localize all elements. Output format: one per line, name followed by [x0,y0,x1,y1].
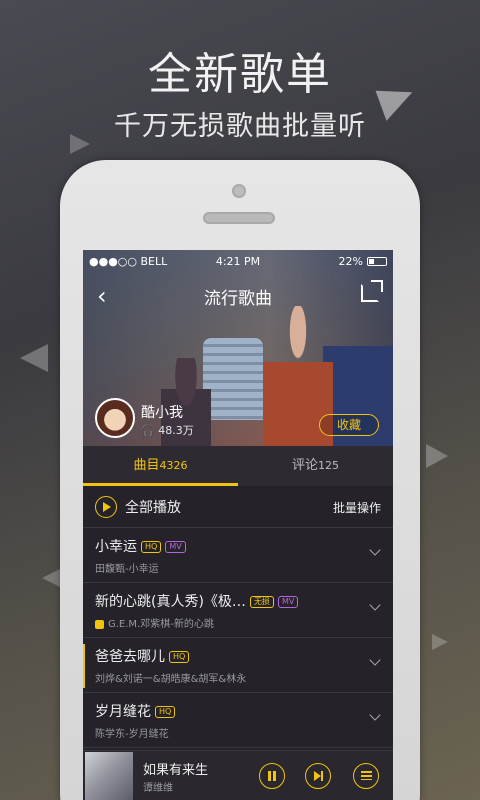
owner-name[interactable]: 酷小我 [141,402,183,422]
song-title: 小幸运 [95,539,137,555]
hq-badge: HQ [141,541,162,553]
song-title: 岁月缝花 [95,704,151,720]
album-cover[interactable] [85,752,133,800]
battery-percent: 22% [338,255,363,268]
song-artist: G.E.M.邓紫棋-新的心跳 [108,619,214,630]
play-all-icon[interactable] [95,496,117,518]
decor-triangle [432,634,448,650]
song-title: 爸爸去哪儿 [95,649,165,665]
mv-badge[interactable]: MV [165,541,186,553]
song-artist: 陈学东-岁月缝花 [95,729,169,740]
nav-bar: ‹ 流行歌曲 [83,278,393,314]
quality-icon [95,619,104,629]
decor-triangle [20,344,48,372]
list-item[interactable]: 新的心跳(真人秀)《极… 无损 MV G.E.M.邓紫棋-新的心跳 [83,583,393,638]
lossless-badge: 无损 [249,596,274,608]
phone-speaker [203,212,275,224]
list-item[interactable]: 爸爸去哪儿 HQ 刘烨&刘诺一&胡皓康&胡军&林永 [83,638,393,693]
chevron-down-icon[interactable] [369,544,381,556]
hq-badge: HQ [169,651,190,663]
share-icon[interactable] [361,280,383,302]
play-all-row[interactable]: 全部播放 批量操作 [83,486,393,528]
tab-bar: 曲目4326 评论125 [83,446,393,486]
next-track-icon[interactable] [305,763,331,789]
now-playing-artist: 谭维维 [143,783,173,794]
phone-camera [232,184,246,198]
hq-badge: HQ [155,706,176,718]
avatar[interactable] [95,398,135,438]
battery-icon [367,257,387,266]
mv-badge[interactable]: MV [277,596,299,608]
chevron-down-icon[interactable] [369,709,381,721]
tab-tracks[interactable]: 曲目4326 [83,446,238,486]
pause-icon[interactable] [259,763,285,789]
list-item[interactable]: 小幸运 HQ MV 田馥甄-小幸运 [83,528,393,583]
play-all-label[interactable]: 全部播放 [125,497,181,517]
status-bar: ●●●○○ BELL 4:21 PM 22% [83,250,393,272]
playlist-menu-icon[interactable] [353,763,379,789]
chevron-down-icon[interactable] [369,654,381,666]
cover-building [203,338,263,420]
song-title: 新的心跳(真人秀)《极… [95,594,246,610]
page-title: 流行歌曲 [204,289,272,309]
song-list: 全部播放 批量操作 小幸运 HQ MV 田馥甄-小幸运 新的心跳(真人秀)《极… 无损… [83,486,393,750]
app-screen: ●●●○○ BELL 4:21 PM 22% ‹ 流行歌曲 酷小我 🎧 48.3… [83,250,393,800]
decor-triangle [426,444,448,468]
decor-triangle [70,134,90,154]
favorite-button[interactable]: 收藏 [319,414,379,436]
playlist-cover-image: ●●●○○ BELL 4:21 PM 22% ‹ 流行歌曲 酷小我 🎧 48.3… [83,250,393,446]
song-artist: 田馥甄-小幸运 [95,564,159,575]
list-item[interactable]: 岁月缝花 HQ 陈学东-岁月缝花 [83,693,393,748]
tab-comments[interactable]: 评论125 [238,446,393,486]
song-artist: 刘烨&刘诺一&胡皓康&胡军&林永 [95,674,247,685]
mini-player[interactable]: 如果有来生 谭维维 [83,750,393,800]
now-playing-title[interactable]: 如果有来生 [143,759,208,778]
play-count-value: 48.3万 [158,424,194,437]
batch-operation-button[interactable]: 批量操作 [333,499,381,516]
play-count: 🎧 48.3万 [141,424,194,437]
chevron-down-icon[interactable] [369,599,381,611]
